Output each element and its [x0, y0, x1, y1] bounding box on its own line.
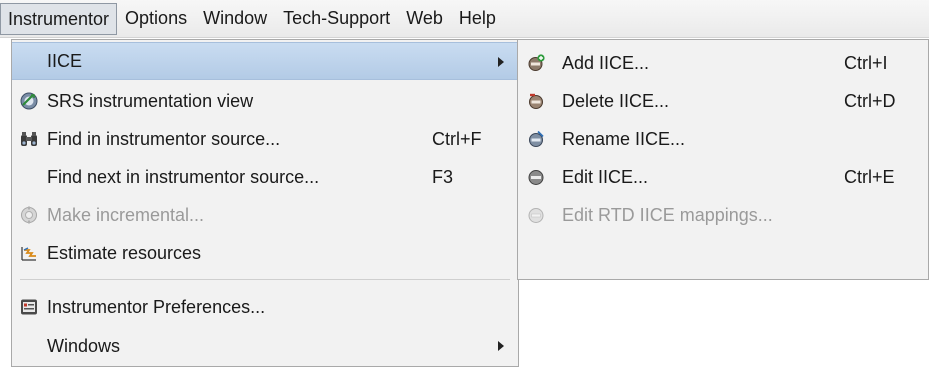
menu-bar: Instrumentor Options Window Tech-Support…	[0, 0, 929, 38]
menu-item-edit-iice[interactable]: Edit IICE... Ctrl+E	[518, 158, 928, 196]
iice-edit-icon	[528, 170, 544, 185]
iice-delete-icon	[529, 93, 543, 109]
menu-item-label: Make incremental...	[47, 204, 205, 225]
menu-item-instrumentor-preferences[interactable]: Instrumentor Preferences...	[12, 288, 518, 326]
menu-item-add-iice[interactable]: Add IICE... Ctrl+I	[518, 44, 928, 82]
menu-item-label: Windows	[47, 335, 121, 356]
menu-item-windows[interactable]: Windows	[12, 327, 518, 365]
rtd-mappings-icon	[528, 208, 544, 223]
instrumentor-dropdown: IICE SRS instrumentation view Find in in…	[11, 39, 519, 367]
menu-item-label: Add IICE...	[562, 52, 650, 73]
menu-tech-support[interactable]: Tech-Support	[275, 0, 398, 37]
menu-web[interactable]: Web	[398, 0, 451, 37]
menu-item-label: Find next in instrumentor source...	[47, 166, 320, 187]
menu-item-edit-rtd-iice-mappings[interactable]: Edit RTD IICE mappings...	[518, 196, 928, 234]
shortcut-label: Ctrl+I	[844, 52, 888, 73]
incremental-icon	[21, 206, 37, 224]
menu-item-srs-instrumentation-view[interactable]: SRS instrumentation view	[12, 82, 518, 120]
menu-item-make-incremental[interactable]: Make incremental...	[12, 196, 518, 234]
menu-item-label: SRS instrumentation view	[47, 90, 254, 111]
menu-window[interactable]: Window	[195, 0, 275, 37]
shortcut-label: Ctrl+F	[432, 128, 482, 149]
binoculars-icon	[21, 132, 37, 146]
submenu-arrow-icon	[498, 57, 504, 67]
menu-item-rename-iice[interactable]: Rename IICE...	[518, 120, 928, 158]
estimate-icon	[21, 247, 36, 261]
shortcut-label: Ctrl+E	[844, 166, 895, 187]
preferences-icon	[21, 299, 37, 315]
menu-item-estimate-resources[interactable]: Estimate resources	[12, 234, 518, 272]
menu-separator	[20, 279, 510, 280]
menu-options[interactable]: Options	[117, 0, 195, 37]
menu-item-label: Find in instrumentor source...	[47, 128, 281, 149]
shortcut-label: Ctrl+D	[844, 90, 896, 111]
menu-item-find-in-source[interactable]: Find in instrumentor source... Ctrl+F	[12, 120, 518, 158]
menu-item-iice[interactable]: IICE	[12, 42, 518, 80]
shortcut-label: F3	[432, 166, 454, 187]
menu-item-label: Delete IICE...	[562, 90, 670, 111]
menu-item-delete-iice[interactable]: Delete IICE... Ctrl+D	[518, 82, 928, 120]
menu-item-label: Estimate resources	[47, 242, 202, 263]
iice-add-icon	[528, 54, 545, 71]
submenu-arrow-icon	[498, 341, 504, 351]
menu-item-label: Rename IICE...	[562, 128, 686, 149]
menu-item-label: IICE	[47, 50, 83, 71]
srs-view-icon	[20, 92, 38, 110]
iice-rename-icon	[529, 130, 544, 147]
iice-submenu: Add IICE... Ctrl+I Delete IICE... Ctrl+D…	[517, 39, 929, 280]
menu-help[interactable]: Help	[451, 0, 504, 37]
menu-item-find-next[interactable]: Find next in instrumentor source... F3	[12, 158, 518, 196]
menu-instrumentor[interactable]: Instrumentor	[0, 3, 118, 35]
menu-item-label: Edit RTD IICE mappings...	[562, 204, 773, 225]
menu-item-label: Instrumentor Preferences...	[47, 296, 266, 317]
menu-item-label: Edit IICE...	[562, 166, 649, 187]
